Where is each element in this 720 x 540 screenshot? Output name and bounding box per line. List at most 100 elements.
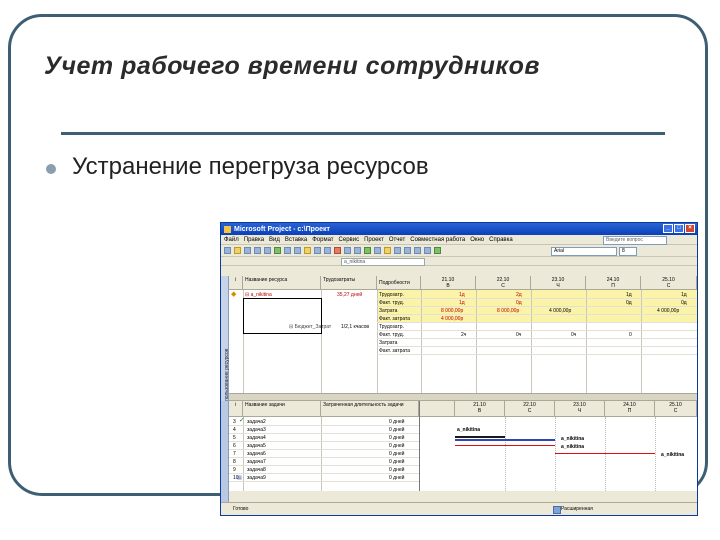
menu-window[interactable]: Окно: [470, 237, 484, 243]
close-button[interactable]: ×: [685, 224, 695, 233]
zoom-out-icon[interactable]: [404, 247, 411, 254]
menu-collaborate[interactable]: Совместная работа: [410, 237, 465, 243]
help-icon[interactable]: [434, 247, 441, 254]
timescale-day-4[interactable]: 24.10 П: [586, 276, 641, 290]
info-column-header[interactable]: i: [229, 401, 243, 417]
copy-picture-icon[interactable]: [424, 247, 431, 254]
gantt-bar[interactable]: [455, 436, 505, 438]
work-header[interactable]: Трудозатраты: [321, 276, 377, 290]
gantt-timescale-day[interactable]: 24.10 П: [605, 401, 655, 417]
detail-label: Трудозатр.: [379, 324, 404, 330]
filter-bar: a_nikitina: [221, 257, 697, 266]
resource-row[interactable]: ⊟ Бюджет_Затрат: [289, 323, 331, 331]
resource-usage-pane: i Название ресурса Трудозатраты Подробно…: [229, 276, 697, 393]
gantt-timescale-day[interactable]: 21.10 В: [455, 401, 505, 417]
font-select[interactable]: Arial: [551, 247, 617, 256]
save-icon[interactable]: [244, 247, 251, 254]
redo-icon[interactable]: [324, 247, 331, 254]
detail-label: Факт. труд.: [379, 300, 404, 306]
resource-work: 35,27 дней: [337, 292, 363, 298]
resource-name-header[interactable]: Название ресурса: [243, 276, 321, 290]
unlink-icon[interactable]: [344, 247, 351, 254]
gantt-resource-label: a_nikitina: [661, 452, 685, 458]
status-icon: [553, 506, 561, 514]
new-icon[interactable]: [224, 247, 231, 254]
detail-label: Факт. труд.: [379, 332, 404, 338]
usage-value: 8 000,00р: [497, 308, 520, 314]
paste-icon[interactable]: [304, 247, 311, 254]
assign-resources-icon[interactable]: [384, 247, 391, 254]
copy-icon[interactable]: [294, 247, 301, 254]
gantt-bar[interactable]: [455, 445, 555, 446]
menu-format[interactable]: Формат: [312, 237, 333, 243]
window-title: Microsoft Project - с:\Проект: [234, 225, 330, 233]
usage-value: 0д: [626, 300, 632, 306]
menu-project[interactable]: Проект: [364, 237, 384, 243]
detail-label: Трудозатр.: [379, 292, 404, 298]
open-icon[interactable]: [234, 247, 241, 254]
detail-label: Затрата: [379, 340, 398, 346]
usage-value: 4 000,00р: [441, 316, 464, 322]
zoom-in-icon[interactable]: [394, 247, 401, 254]
status-extended: Расширенная: [561, 506, 593, 512]
timescale-day-3[interactable]: 23.10 Ч: [531, 276, 586, 290]
detail-label: Факт. затрата: [379, 316, 411, 322]
task-gantt-pane: i Название задачи Затраченная длительнос…: [229, 401, 697, 491]
entry-field[interactable]: a_nikitina: [341, 258, 425, 266]
usage-value: 2ч: [461, 332, 467, 338]
menu-report[interactable]: Отчет: [389, 237, 405, 243]
menu-file[interactable]: Файл: [224, 237, 239, 243]
preview-icon[interactable]: [264, 247, 271, 254]
usage-value: 4 000,00р: [657, 308, 680, 314]
bullet-text: Устранение перегруза ресурсов: [72, 153, 429, 180]
duration-header[interactable]: Затраченная длительность задачи: [321, 401, 419, 417]
usage-value: 0ч: [516, 332, 522, 338]
info-column-header[interactable]: i: [229, 276, 243, 290]
link-icon[interactable]: [334, 247, 341, 254]
usage-value: 0ч: [571, 332, 577, 338]
gantt-timescale-day[interactable]: 25.10 С: [655, 401, 697, 417]
undo-icon[interactable]: [314, 247, 321, 254]
timescale-day-2[interactable]: 22.10 С: [476, 276, 531, 290]
help-search-input[interactable]: Введите вопрос: [603, 236, 667, 245]
lower-view-bar[interactable]: [221, 401, 228, 502]
gantt-timescale-day[interactable]: 23.10 Ч: [555, 401, 605, 417]
overalloc-warning-icon: ◆: [231, 291, 237, 298]
window-titlebar[interactable]: Microsoft Project - с:\Проект _ □ ×: [221, 223, 697, 235]
usage-value: 2д: [516, 292, 522, 298]
usage-value: 1д: [459, 300, 465, 306]
timescale-day-5[interactable]: 25.10 С: [641, 276, 697, 290]
menu-bar: Файл Правка Вид Вставка Формат Сервис Пр…: [221, 235, 697, 245]
app-icon: [224, 225, 231, 233]
cut-icon[interactable]: [284, 247, 291, 254]
timescale-day-1[interactable]: 21.10 В: [421, 276, 476, 290]
task-name-header[interactable]: Название задачи: [243, 401, 321, 417]
usage-value: 0д: [516, 300, 522, 306]
menu-help[interactable]: Справка: [489, 237, 513, 243]
menu-edit[interactable]: Правка: [244, 237, 264, 243]
font-size-select[interactable]: 8: [619, 247, 637, 256]
menu-insert[interactable]: Вставка: [285, 237, 307, 243]
details-header[interactable]: Подробности: [377, 276, 421, 290]
minimize-button[interactable]: _: [663, 224, 673, 233]
resource-work: 1/2,1 кчасов: [341, 324, 370, 330]
gantt-timescale-day[interactable]: 22.10 С: [505, 401, 555, 417]
task-info-icon[interactable]: [364, 247, 371, 254]
menu-view[interactable]: Вид: [269, 237, 280, 243]
slide-title: Учет рабочего времени сотрудников: [44, 52, 540, 80]
pane-splitter[interactable]: [229, 393, 697, 401]
standard-toolbar: Arial 8: [221, 245, 697, 257]
maximize-button[interactable]: □: [674, 224, 684, 233]
menu-tools[interactable]: Сервис: [339, 237, 360, 243]
spelling-icon[interactable]: [274, 247, 281, 254]
gantt-bar[interactable]: [555, 453, 655, 454]
detail-label: Затрата: [379, 308, 398, 314]
usage-value: 4 000,00р: [549, 308, 572, 314]
split-icon[interactable]: [354, 247, 361, 254]
title-divider: [61, 132, 665, 135]
notes-icon[interactable]: [374, 247, 381, 254]
status-bar: Готово Расширенная: [221, 502, 697, 515]
goto-task-icon[interactable]: [414, 247, 421, 254]
gantt-bar[interactable]: [455, 439, 555, 441]
print-icon[interactable]: [254, 247, 261, 254]
